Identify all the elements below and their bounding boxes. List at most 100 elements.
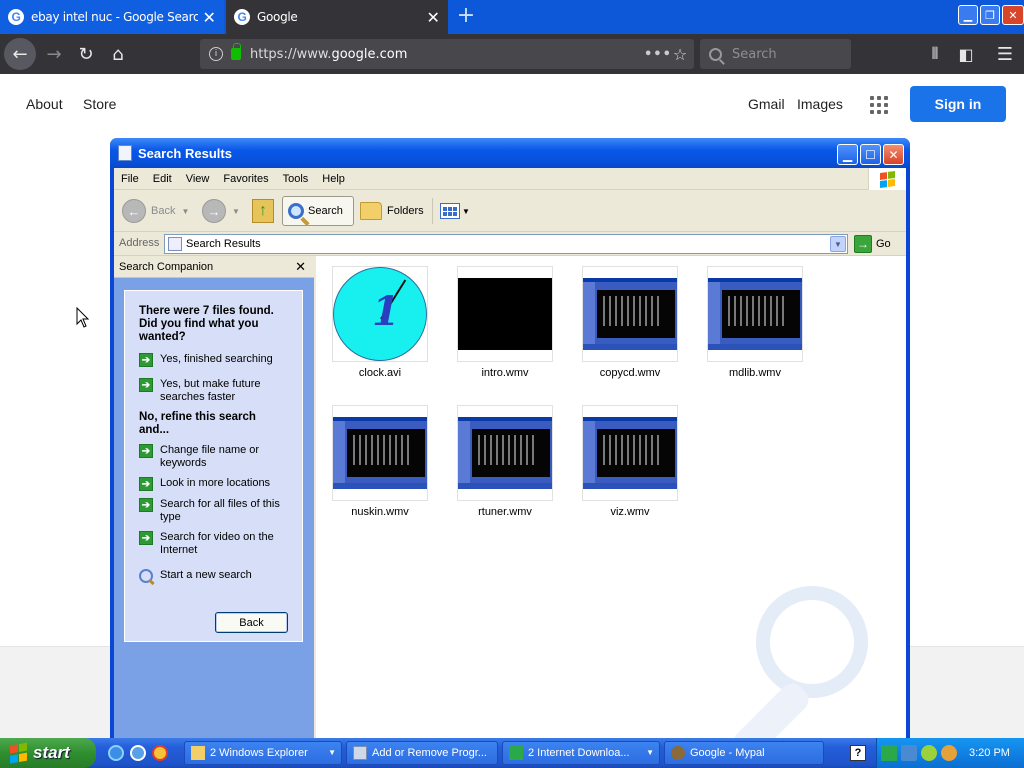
menu-file[interactable]: File xyxy=(114,173,146,185)
dropdown-arrow-icon[interactable]: ▼ xyxy=(181,207,189,216)
url-text[interactable]: https://www.google.com xyxy=(250,47,644,62)
option-faster-searches[interactable]: ➔ Yes, but make future searches faster xyxy=(139,378,289,404)
network-icon[interactable] xyxy=(901,745,917,761)
menu-edit[interactable]: Edit xyxy=(146,173,179,185)
close-window-icon[interactable]: ✕ xyxy=(1002,5,1024,25)
file-item-copycd[interactable]: copycd.wmv xyxy=(582,266,678,379)
dropdown-arrow-icon[interactable]: ▼ xyxy=(232,207,240,216)
tab-google[interactable]: G Google ✕ xyxy=(226,0,448,34)
clock-thumbnail: 1 xyxy=(333,267,427,361)
file-name: viz.wmv xyxy=(610,506,650,518)
store-link[interactable]: Store xyxy=(83,96,116,112)
option-video-internet[interactable]: ➔ Search for video on the Internet xyxy=(139,531,289,557)
browser-icon[interactable] xyxy=(130,745,146,761)
close-icon[interactable]: ✕ xyxy=(295,259,306,275)
taskbar-button-google-mypal[interactable]: Google - Mypal xyxy=(664,741,824,765)
internet-explorer-icon[interactable] xyxy=(108,745,124,761)
window-title-bar[interactable]: Search Results xyxy=(110,138,910,168)
reload-icon[interactable]: ↻ xyxy=(70,38,102,70)
forward-button[interactable]: → ▼ xyxy=(202,196,240,226)
url-domain: google.com xyxy=(331,46,408,62)
home-icon[interactable]: ⌂ xyxy=(102,38,134,70)
about-link[interactable]: About xyxy=(26,96,63,112)
address-bar: Address Search Results ▼ → Go xyxy=(114,232,906,256)
taskbar-button-internet-download[interactable]: 2 Internet Downloa... ▼ xyxy=(502,741,660,765)
file-item-viz[interactable]: viz.wmv xyxy=(582,405,678,518)
hamburger-menu-icon[interactable]: ☰ xyxy=(990,38,1020,70)
taskbar-button-add-remove[interactable]: Add or Remove Progr... xyxy=(346,741,498,765)
url-bar[interactable]: i https://www.google.com ••• ☆ xyxy=(200,39,694,69)
menu-tools[interactable]: Tools xyxy=(276,173,316,185)
green-arrow-icon: ➔ xyxy=(139,498,153,512)
gmail-link[interactable]: Gmail xyxy=(748,96,785,112)
back-arrow-icon[interactable]: ← xyxy=(4,38,36,70)
thumbnail-frame xyxy=(457,405,553,501)
folders-button[interactable]: Folders xyxy=(360,196,424,226)
images-link[interactable]: Images xyxy=(797,96,843,112)
close-icon[interactable]: ✕ xyxy=(198,8,220,27)
minimize-icon[interactable]: ▁ xyxy=(837,144,858,165)
close-icon[interactable]: ✕ xyxy=(883,144,904,165)
option-new-search[interactable]: Start a new search xyxy=(139,569,289,583)
lock-icon[interactable] xyxy=(231,43,241,60)
clock[interactable]: 3:20 PM xyxy=(969,747,1010,759)
views-icon xyxy=(440,203,460,219)
menu-favorites[interactable]: Favorites xyxy=(216,173,275,185)
sidebar-icon[interactable]: ◧ xyxy=(951,38,981,70)
file-name: copycd.wmv xyxy=(599,367,661,379)
go-button[interactable]: → Go xyxy=(854,234,891,254)
file-item-rtuner[interactable]: rtuner.wmv xyxy=(457,405,553,518)
screenshot-thumbnail xyxy=(583,278,677,350)
back-button[interactable]: ← Back ▼ xyxy=(122,196,189,226)
file-item-nuskin[interactable]: nuskin.wmv xyxy=(332,405,428,518)
menu-view[interactable]: View xyxy=(179,173,217,185)
download-tray-icon[interactable] xyxy=(881,745,897,761)
minimize-icon[interactable]: ▁ xyxy=(958,5,978,25)
views-button[interactable]: ▼ xyxy=(440,196,470,226)
up-folder-button[interactable]: ↑ xyxy=(252,196,274,226)
magnifier-handle xyxy=(728,678,814,738)
companion-back-button[interactable]: Back xyxy=(215,612,288,633)
search-results-icon xyxy=(118,145,132,161)
forward-arrow-icon: → xyxy=(202,199,226,223)
file-item-clock[interactable]: 1 clock.avi xyxy=(332,266,428,379)
file-name: nuskin.wmv xyxy=(351,506,409,518)
page-actions-icon[interactable]: ••• xyxy=(644,47,671,62)
start-label: start xyxy=(33,743,70,762)
sign-in-button[interactable]: Sign in xyxy=(910,86,1006,122)
companion-title: Search Companion xyxy=(119,260,214,273)
file-item-mdlib[interactable]: mdlib.wmv xyxy=(707,266,803,379)
forward-arrow-icon[interactable]: → xyxy=(38,38,70,70)
search-tray-icon[interactable] xyxy=(941,745,957,761)
library-icon[interactable]: ⫴ xyxy=(920,38,950,70)
taskbar-button-windows-explorer[interactable]: 2 Windows Explorer ▼ xyxy=(184,741,342,765)
file-name: rtuner.wmv xyxy=(478,506,532,518)
search-placeholder: Search xyxy=(732,46,777,62)
info-icon[interactable]: i xyxy=(209,47,223,61)
file-name: clock.avi xyxy=(358,367,402,379)
option-finished-searching[interactable]: ➔ Yes, finished searching xyxy=(139,353,289,367)
help-icon[interactable]: ? xyxy=(850,745,866,761)
screenshot-thumbnail xyxy=(333,417,427,489)
start-button[interactable]: start xyxy=(0,738,96,768)
menu-help[interactable]: Help xyxy=(315,173,352,185)
close-icon[interactable]: ✕ xyxy=(422,8,444,27)
file-item-intro[interactable]: intro.wmv xyxy=(457,266,553,379)
browser-search-input[interactable]: Search xyxy=(700,39,851,69)
apps-grid-icon[interactable] xyxy=(870,96,888,114)
thumbnail-frame xyxy=(582,266,678,362)
maximize-icon[interactable]: ☐ xyxy=(860,144,881,165)
option-change-file-name[interactable]: ➔ Change file name or keywords xyxy=(139,444,289,470)
green-arrow-icon: ➔ xyxy=(139,353,153,367)
option-all-files-type[interactable]: ➔ Search for all files of this type xyxy=(139,498,289,524)
chevron-down-icon[interactable]: ▼ xyxy=(830,236,846,252)
chrome-icon[interactable] xyxy=(152,745,168,761)
bookmark-star-icon[interactable]: ☆ xyxy=(666,45,694,64)
new-tab-plus-icon[interactable]: + xyxy=(454,4,478,28)
restore-icon[interactable]: ❐ xyxy=(980,5,1000,25)
option-more-locations[interactable]: ➔ Look in more locations xyxy=(139,477,289,491)
tab-ebay-search[interactable]: G ebay intel nuc - Google Search ✕ xyxy=(0,0,224,34)
security-icon[interactable] xyxy=(921,745,937,761)
address-input[interactable]: Search Results ▼ xyxy=(164,234,848,254)
search-button[interactable]: Search xyxy=(282,196,354,226)
